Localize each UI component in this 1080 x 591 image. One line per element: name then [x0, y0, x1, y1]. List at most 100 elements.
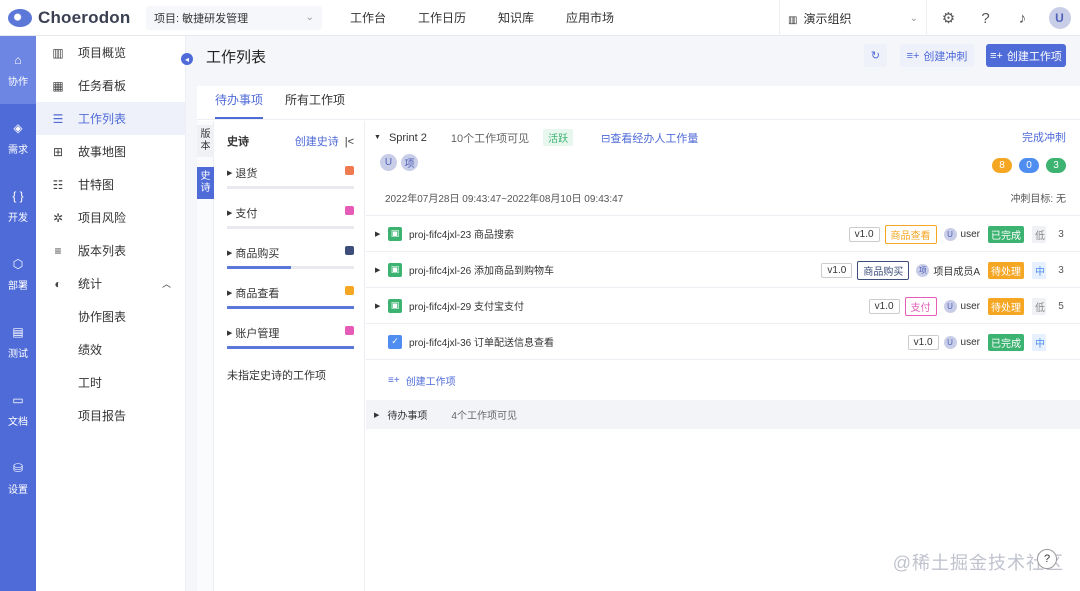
caret-right-icon[interactable]: ▶ [375, 302, 380, 310]
sprint-name[interactable]: Sprint 2 [389, 132, 427, 144]
unassigned-epic-item[interactable]: 未指定史诗的工作项 [227, 367, 354, 383]
epic-item[interactable]: ▶ 支付 [227, 205, 354, 229]
epic-name: 商品购买 [235, 248, 280, 260]
caret-right-icon[interactable]: ▶ [375, 266, 380, 274]
table-row[interactable]: ▶ ▣ proj-fifc4jxl-29 支付宝支付 v1.0 支付 Uuser 待处理低 5 [366, 288, 1080, 324]
tab-all-issues[interactable]: 所有工作项 [285, 91, 345, 119]
epic-item[interactable]: ▶ 退货 [227, 165, 354, 189]
complete-sprint-link[interactable]: 完成冲刺 [1022, 129, 1066, 145]
sidebar-item-overview[interactable]: ▥ 项目概览 [36, 36, 185, 69]
issue-key: proj-fifc4jxl-29 [409, 302, 472, 313]
member-avatar[interactable]: U [380, 154, 397, 171]
view-workload-link[interactable]: ⊟查看经办人工作量 [601, 130, 698, 146]
left-nav-settings[interactable]: ⛁ 设置 [0, 444, 36, 512]
sidebar-item-collab-chart[interactable]: 协作图表 [36, 300, 185, 333]
caret-down-icon[interactable]: ▼ [374, 134, 381, 141]
create-issue-inline-button[interactable]: ≡+ 创建工作项 [366, 360, 1080, 400]
vtab-epic[interactable]: 史诗 [197, 167, 214, 199]
sidebar-item-versions[interactable]: ≡ 版本列表 [36, 234, 185, 267]
story-points: 5 [1058, 300, 1064, 312]
collapse-menu-icon[interactable]: ◂ [181, 53, 193, 65]
epic-color-icon[interactable] [345, 246, 354, 255]
avatar[interactable]: U [1048, 7, 1071, 29]
assignee-name: user [960, 228, 980, 240]
sidebar-item-label: 任务看板 [78, 79, 127, 93]
backlog-name[interactable]: 待办事项 [387, 407, 427, 422]
sidebar-item-work-list[interactable]: ☰ 工作列表 [36, 102, 185, 135]
left-nav-requirements[interactable]: ◈ 需求 [0, 104, 36, 172]
left-nav-label: 协作 [8, 76, 28, 88]
epic-item[interactable]: ▶ 商品查看 [227, 285, 354, 309]
epic-color-icon[interactable] [345, 326, 354, 335]
logo[interactable]: Choerodon [0, 8, 140, 28]
left-nav-cooperation[interactable]: ⌂ 协作 [0, 36, 36, 104]
status-badge: 活跃 [543, 129, 574, 146]
org-select-content: ▥ 演示组织 [788, 10, 851, 27]
create-issue-inline-label: 创建工作项 [405, 376, 456, 388]
top-nav-market[interactable]: 应用市场 [550, 9, 630, 26]
left-nav-docs[interactable]: ▭ 文档 [0, 376, 36, 444]
table-row[interactable]: ▶ ▣ proj-fifc4jxl-23 商品搜索 v1.0 商品查看 Uuser 已完成低… [366, 216, 1080, 252]
vtab-version[interactable]: 版本 [197, 125, 214, 157]
work-list-card: 待办事项 所有工作项 版本 史诗 史诗 创建史诗 |< ▶ 退货 ▶ 支付 ▶ … [197, 86, 1080, 591]
org-select[interactable]: ▥ 演示组织 ⌄ [779, 0, 927, 36]
create-epic-link[interactable]: 创建史诗 [295, 136, 339, 148]
epic-item[interactable]: ▶ 账户管理 [227, 325, 354, 349]
epic-color-icon[interactable] [345, 206, 354, 215]
assignee-name: 项目成员A [933, 266, 980, 278]
sidebar-item-story-map[interactable]: ⊞ 故事地图 [36, 135, 185, 168]
help-float-icon[interactable]: ? [1037, 549, 1057, 569]
left-nav-development[interactable]: { } 开发 [0, 172, 36, 240]
top-nav-knowledge[interactable]: 知识库 [482, 9, 550, 26]
epic-item[interactable]: ▶ 商品购买 [227, 245, 354, 269]
avatar: U [943, 299, 957, 313]
sidebar-item-board[interactable]: ▦ 任务看板 [36, 69, 185, 102]
status-badge: 已完成 [988, 225, 1024, 243]
deploy-icon: ⬡ [12, 256, 24, 271]
collapse-panel-icon[interactable]: |< [345, 136, 354, 148]
member-avatar[interactable]: 项 [401, 154, 418, 171]
bell-icon[interactable]: ♪ [1004, 0, 1041, 36]
count-todo-badge: 8 [992, 158, 1012, 173]
caret-right-icon[interactable]: ▶ [375, 230, 380, 238]
epic-color-icon[interactable] [345, 166, 354, 175]
sidebar-item-report[interactable]: 项目报告 [36, 399, 185, 432]
epic-item-name: ▶ 商品查看 [227, 285, 354, 301]
vtab-epic-label: 史诗 [200, 171, 211, 194]
caret-right-icon[interactable]: ▶ [374, 411, 379, 419]
epic-panel-header: 史诗 创建史诗 |< [227, 133, 354, 149]
left-nav-test[interactable]: ▤ 测试 [0, 308, 36, 376]
epic-name: 退货 [235, 168, 258, 180]
priority-badge: 中 [1032, 261, 1046, 279]
issue-key-summary[interactable]: proj-fifc4jxl-36 订单配送信息查看 [409, 334, 554, 349]
create-sprint-button[interactable]: ≡+ 创建冲刺 [900, 44, 974, 67]
gear-icon[interactable]: ⚙ [930, 0, 967, 36]
issue-key: proj-fifc4jxl-36 [409, 338, 472, 349]
table-row[interactable]: ✓ proj-fifc4jxl-36 订单配送信息查看 v1.0 Uuser 已完成中 [366, 324, 1080, 360]
create-issue-button[interactable]: ≡+ 创建工作项 [986, 44, 1066, 67]
help-icon[interactable]: ? [967, 0, 1004, 36]
left-nav-deploy[interactable]: ⬡ 部署 [0, 240, 36, 308]
epic-tag: 商品查看 [884, 224, 937, 244]
epic-color-icon[interactable] [345, 286, 354, 295]
epic-item-name: ▶ 账户管理 [227, 325, 354, 341]
left-nav-label: 开发 [8, 212, 28, 224]
sprint-goal: 冲刺目标: 无 [1010, 194, 1066, 205]
vertical-tabs: 版本 史诗 [197, 121, 214, 591]
top-nav-calendar[interactable]: 工作日历 [402, 9, 482, 26]
sidebar-item-risk[interactable]: ✲ 项目风险 [36, 201, 185, 234]
sidebar-item-performance[interactable]: 绩效 [36, 333, 185, 366]
sprint-dates: 2022年07月28日 09:43:47~2022年08月10日 09:43:4… [385, 194, 624, 205]
sidebar-item-gantt[interactable]: ☷ 甘特图 [36, 168, 185, 201]
sidebar-item-stats[interactable]: ◐ 统计 ︿ [36, 267, 185, 300]
issue-key-summary[interactable]: proj-fifc4jxl-26 添加商品到购物车 [409, 262, 554, 277]
tab-backlog[interactable]: 待办事项 [215, 91, 264, 119]
sidebar-item-worktime[interactable]: 工时 [36, 366, 185, 399]
epic-progress [227, 346, 354, 349]
table-row[interactable]: ▶ ▣ proj-fifc4jxl-26 添加商品到购物车 v1.0 商品购买项项目成员… [366, 252, 1080, 288]
issue-key-summary[interactable]: proj-fifc4jxl-29 支付宝支付 [409, 298, 524, 313]
refresh-button[interactable]: ↻ [864, 44, 887, 67]
issue-key-summary[interactable]: proj-fifc4jxl-23 商品搜索 [409, 226, 514, 241]
project-select[interactable]: 项目: 敏捷研发管理 ⌄ [146, 5, 322, 30]
top-nav-workbench[interactable]: 工作台 [334, 9, 402, 26]
